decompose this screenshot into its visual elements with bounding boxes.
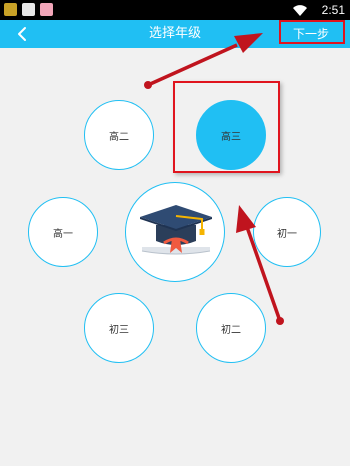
grade-option-gao-yi[interactable]: 高一: [28, 197, 98, 267]
status-bar: 2:51: [0, 0, 350, 20]
next-button-highlight-box: [279, 20, 345, 44]
chevron-left-icon: [18, 27, 26, 41]
grade-label: 初三: [109, 324, 129, 336]
grade-option-chu-san[interactable]: 初三: [84, 293, 154, 363]
panda-icon: [22, 3, 35, 16]
wifi-icon: [293, 5, 307, 16]
pig-icon: [40, 3, 53, 16]
grade-label: 高二: [109, 131, 129, 143]
grade-option-chu-er[interactable]: 初二: [196, 293, 266, 363]
graduation-cap-icon: [140, 205, 212, 255]
grade-label: 初二: [221, 324, 241, 336]
center-graduation-badge: [125, 182, 225, 282]
app-notification-icon: [4, 3, 17, 16]
grade-label: 初一: [277, 228, 297, 240]
grade-option-chu-yi[interactable]: 初一: [253, 197, 321, 267]
grade-label: 高一: [53, 228, 73, 240]
grade-option-gao-er[interactable]: 高二: [84, 100, 154, 170]
back-button[interactable]: [8, 20, 36, 48]
grade-label: 高三: [221, 131, 241, 143]
status-time: 2:51: [321, 3, 345, 17]
grade-option-gao-san[interactable]: 高三: [196, 100, 266, 170]
